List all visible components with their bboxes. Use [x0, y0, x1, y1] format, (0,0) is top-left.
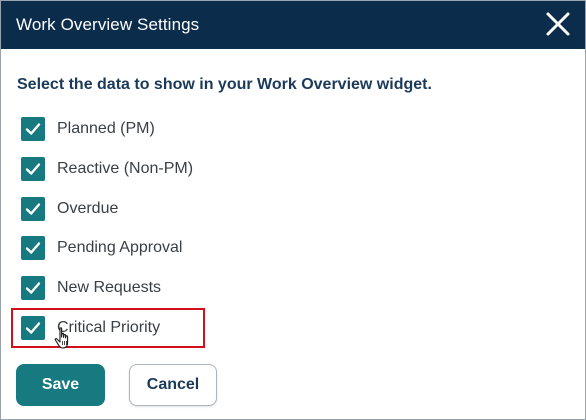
hand-pointer-cursor-icon — [53, 326, 77, 352]
checkmark-icon — [25, 163, 41, 175]
highlight-annotation-box — [11, 308, 205, 348]
checkbox-planned-pm[interactable] — [21, 117, 45, 141]
option-label: Pending Approval — [57, 239, 183, 256]
instruction-text: Select the data to show in your Work Ove… — [17, 76, 432, 93]
option-label: Reactive (Non-PM) — [57, 160, 194, 177]
option-label: New Requests — [57, 279, 162, 296]
save-button[interactable]: Save — [16, 364, 105, 406]
option-pending-approval[interactable]: Pending Approval — [21, 235, 182, 261]
checkmark-icon — [25, 242, 41, 254]
checkbox-pending-approval[interactable] — [21, 236, 45, 260]
dialog-title: Work Overview Settings — [16, 15, 200, 34]
dialog-header: Work Overview Settings — [1, 1, 585, 49]
checkmark-icon — [25, 282, 41, 294]
option-reactive-non-pm[interactable]: Reactive (Non-PM) — [21, 156, 193, 182]
checkmark-icon — [25, 203, 41, 215]
checkbox-new-requests[interactable] — [21, 276, 45, 300]
option-planned-pm[interactable]: Planned (PM) — [21, 116, 155, 142]
option-label: Overdue — [57, 200, 119, 217]
checkmark-icon — [25, 123, 41, 135]
cancel-button[interactable]: Cancel — [129, 364, 217, 406]
checkbox-reactive-non-pm[interactable] — [21, 157, 45, 181]
work-overview-settings-dialog: Work Overview Settings Select the data t… — [0, 0, 586, 420]
checkbox-overdue[interactable] — [21, 197, 45, 221]
option-label: Planned (PM) — [57, 120, 155, 137]
option-new-requests[interactable]: New Requests — [21, 275, 161, 301]
option-overdue[interactable]: Overdue — [21, 196, 118, 222]
close-icon[interactable] — [545, 11, 571, 37]
